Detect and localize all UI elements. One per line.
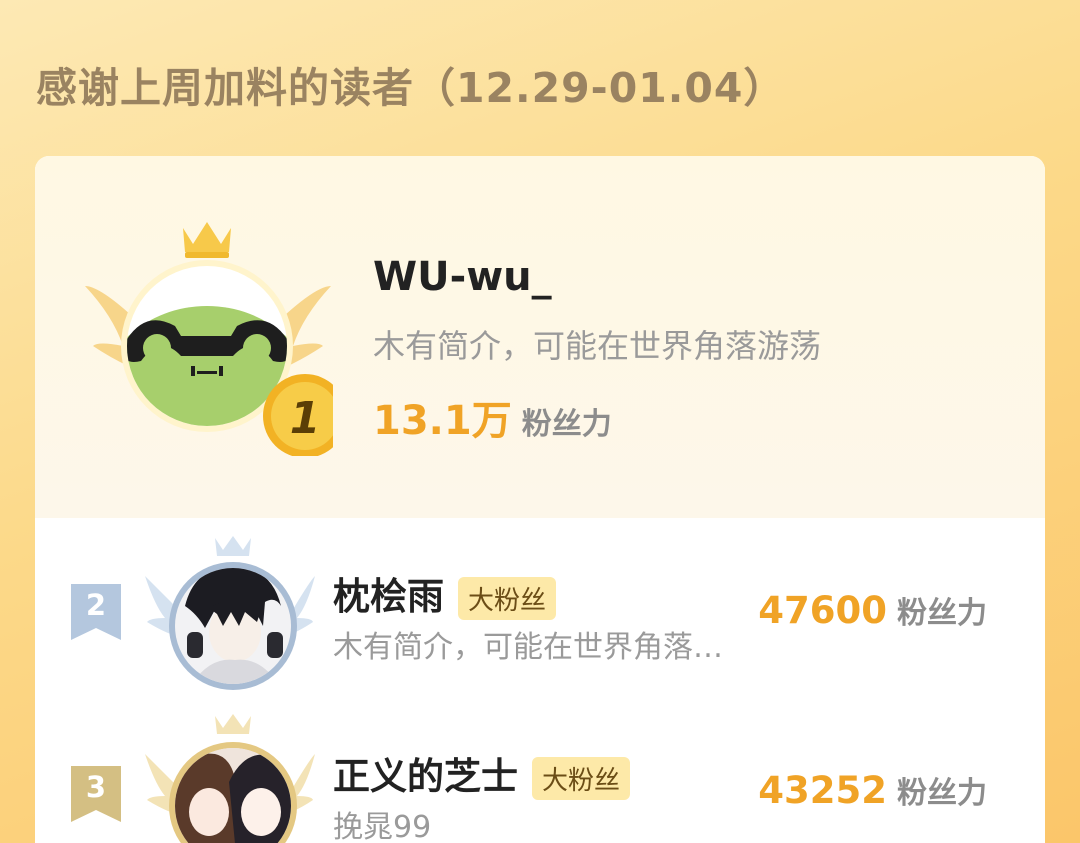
ranking-list: 2 枕桧雨 大粉丝 木有简介，可能在世界角落游荡 47600 粉丝力 3 正义的… xyxy=(35,518,1045,843)
svg-text:1: 1 xyxy=(290,393,321,444)
first-place-score-unit: 粉丝力 xyxy=(521,407,612,442)
first-place-score-value: 13.1万 xyxy=(373,398,512,444)
user-score-unit: 粉丝力 xyxy=(897,596,987,631)
crown-icon xyxy=(183,222,231,258)
user-bio: 挽晁99 xyxy=(333,810,432,843)
user-score-value: 47600 xyxy=(758,589,887,632)
first-place-bio: 木有简介，可能在世界角落游荡 xyxy=(373,327,822,365)
first-place-avatar[interactable]: 1 xyxy=(83,216,333,456)
fan-level-badge: 大粉丝 xyxy=(458,577,557,620)
user-bio: 木有简介，可能在世界角落游荡 xyxy=(333,630,743,665)
rank-number: 3 xyxy=(85,770,107,804)
user-name[interactable]: 正义的芝士 大粉丝 xyxy=(333,746,631,800)
user-score: 47600 粉丝力 xyxy=(758,588,987,632)
first-place-name[interactable]: WU-wu_ xyxy=(373,254,552,300)
first-place-section[interactable]: 1 WU-wu_ 木有简介，可能在世界角落游荡 13.1万 粉丝力 xyxy=(35,156,1045,518)
user-score-unit: 粉丝力 xyxy=(897,776,987,811)
crown-icon xyxy=(215,536,251,556)
avatar[interactable] xyxy=(145,714,315,843)
anime-couple-avatar-icon xyxy=(175,748,291,843)
user-score-value: 43252 xyxy=(758,769,887,812)
reader-ranking-card: 1 WU-wu_ 木有简介，可能在世界角落游荡 13.1万 粉丝力 2 枕桧雨 … xyxy=(35,156,1045,843)
user-name[interactable]: 枕桧雨 大粉丝 xyxy=(333,566,557,620)
user-name-text: 正义的芝士 xyxy=(333,755,518,798)
user-name-text: 枕桧雨 xyxy=(333,575,444,618)
first-place-score: 13.1万 粉丝力 xyxy=(373,388,612,446)
crown-icon xyxy=(215,714,251,734)
ranking-row[interactable]: 3 正义的芝士 大粉丝 挽晁99 43252 粉丝力 xyxy=(35,714,1045,843)
user-score: 43252 粉丝力 xyxy=(758,768,987,812)
avatar[interactable] xyxy=(145,536,315,696)
page-title: 感谢上周加料的读者（12.29-01.04） xyxy=(36,64,786,112)
ranking-row[interactable]: 2 枕桧雨 大粉丝 木有简介，可能在世界角落游荡 47600 粉丝力 xyxy=(35,536,1045,696)
rank-number: 2 xyxy=(85,588,107,622)
fan-level-badge: 大粉丝 xyxy=(532,757,631,800)
rank-3-badge: 3 xyxy=(71,766,121,822)
rank-2-badge: 2 xyxy=(71,584,121,640)
